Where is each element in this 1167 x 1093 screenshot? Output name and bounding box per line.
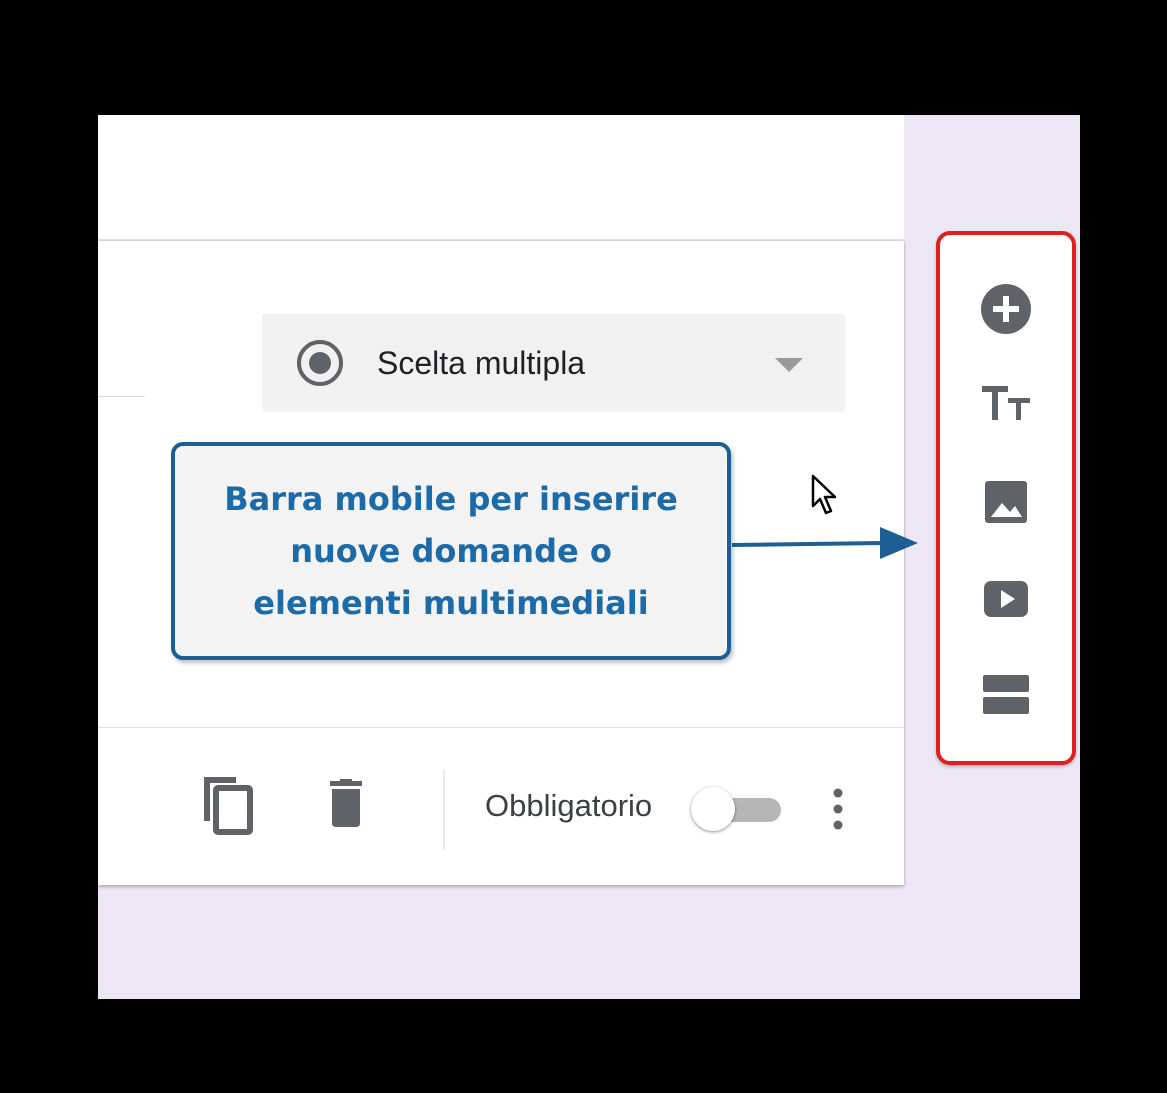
- required-label: Obbligatorio: [485, 788, 653, 823]
- delete-button[interactable]: [322, 779, 370, 829]
- title-text-icon: [982, 386, 1030, 420]
- add-section-button[interactable]: [976, 665, 1036, 725]
- annotation-line: Barra mobile per inserire: [224, 480, 678, 518]
- radio-button-checked-icon: [295, 338, 345, 388]
- annotation-line: elementi multimediali: [253, 584, 649, 622]
- duplicate-button[interactable]: [200, 775, 256, 835]
- floating-toolbar: [936, 231, 1076, 765]
- add-video-button[interactable]: [976, 569, 1036, 629]
- trash-icon: [330, 779, 362, 827]
- mouse-cursor-icon: [811, 474, 837, 515]
- chevron-down-icon: [775, 358, 803, 372]
- content-copy-icon: [204, 777, 253, 835]
- toggle-thumb: [691, 787, 735, 831]
- annotation-arrow: [732, 527, 918, 559]
- section-icon: [983, 675, 1029, 714]
- more-vert-icon: [833, 788, 843, 830]
- more-options-button[interactable]: [823, 786, 853, 832]
- form-editor-screen: Scelta multipla Obbligatorio Barra mobil…: [98, 115, 1080, 999]
- add-image-button[interactable]: [976, 472, 1036, 532]
- question-type-label: Scelta multipla: [377, 345, 586, 381]
- annotation-text: Barra mobile per inserire nuove domande …: [191, 473, 711, 629]
- annotation-line: nuove domande o: [290, 532, 612, 570]
- add-question-button[interactable]: [976, 279, 1036, 339]
- image-icon: [985, 481, 1027, 523]
- footer-divider: [98, 727, 904, 728]
- add-circle-icon: [981, 284, 1031, 334]
- question-title-underline: [98, 396, 145, 397]
- annotation-callout: Barra mobile per inserire nuove domande …: [171, 442, 731, 660]
- footer-separator: [443, 770, 445, 849]
- video-play-icon: [984, 581, 1028, 617]
- question-type-dropdown[interactable]: Scelta multipla: [262, 314, 845, 412]
- required-toggle[interactable]: [691, 783, 787, 835]
- form-header-card: [98, 115, 904, 239]
- add-title-button[interactable]: [976, 374, 1036, 434]
